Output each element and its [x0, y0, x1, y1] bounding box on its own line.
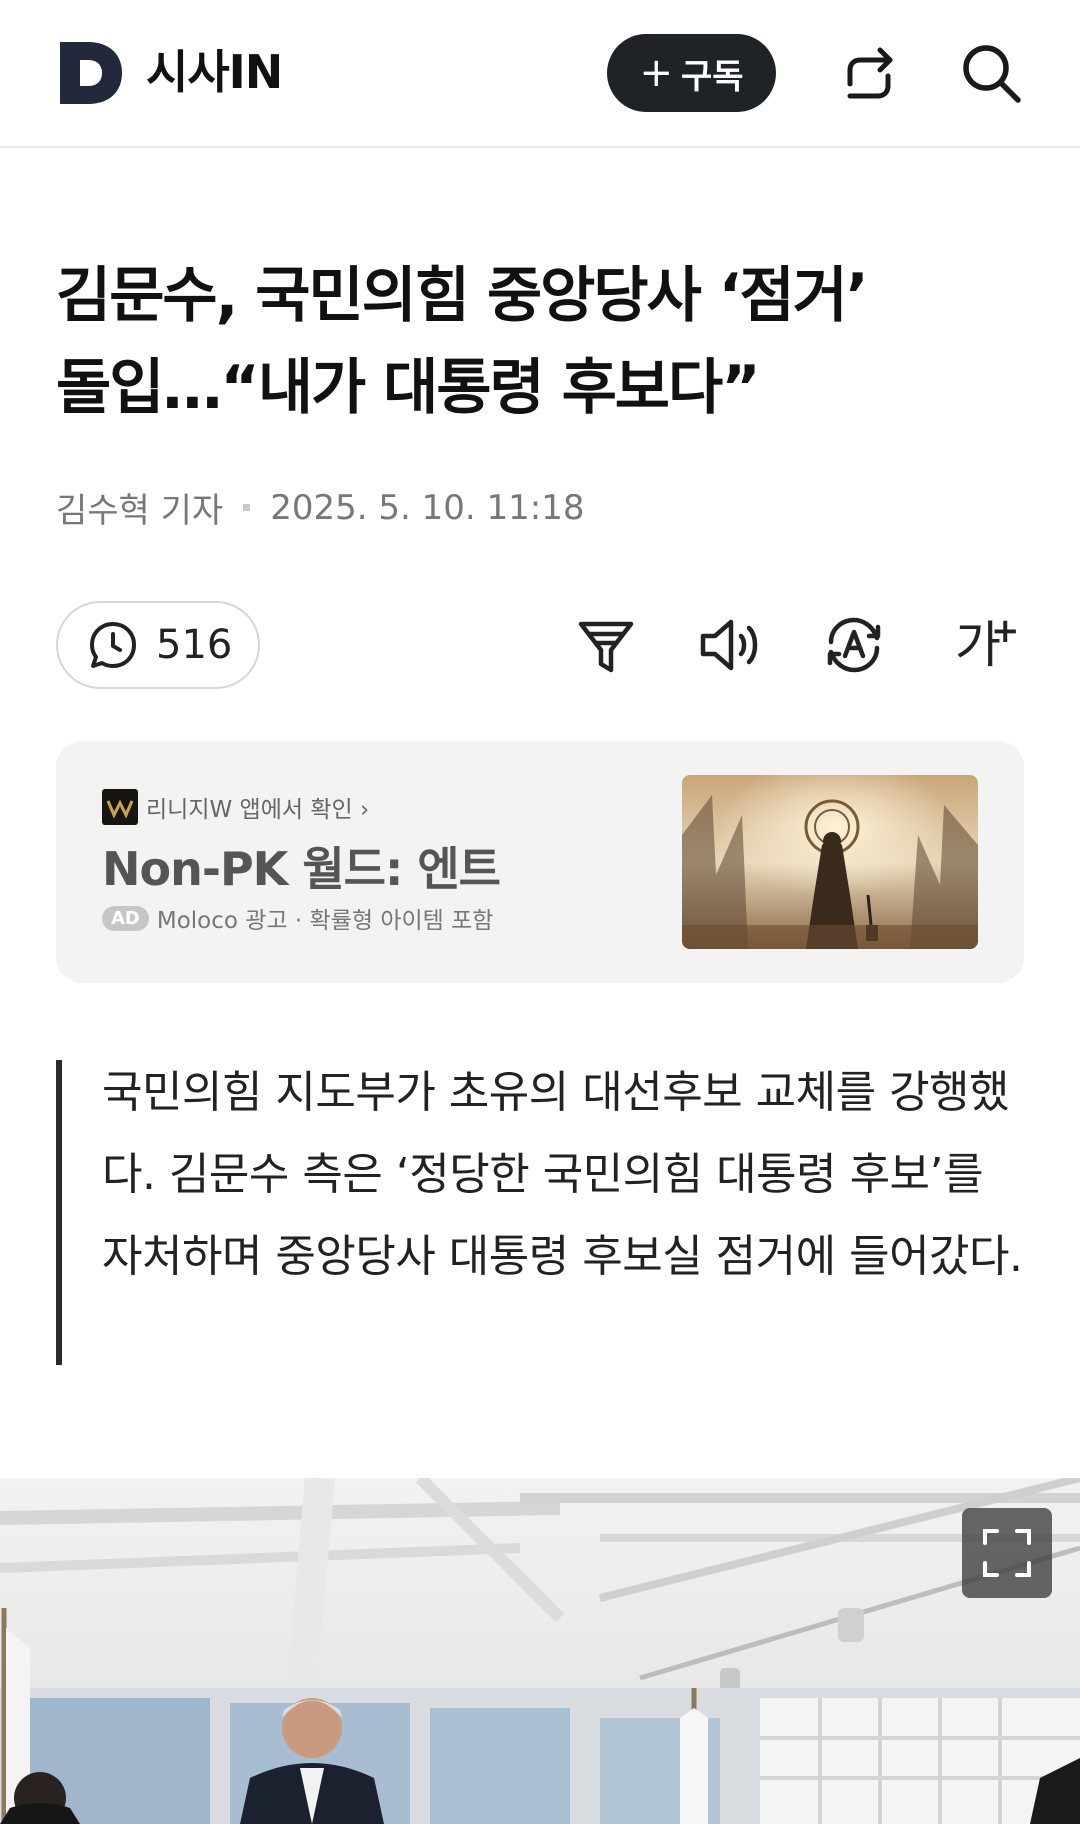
comment-icon — [90, 622, 136, 668]
ad-card[interactable]: 리니지W 앱에서 확인 › Non-PK 월드: 엔트 AD Moloco 광고… — [56, 741, 1024, 983]
separator-dot — [243, 504, 251, 511]
ad-image[interactable] — [682, 775, 978, 949]
search-icon[interactable] — [958, 40, 1024, 106]
plus-icon: + — [639, 50, 673, 96]
share-icon[interactable] — [836, 40, 902, 106]
subscribe-label: 구독 — [680, 56, 744, 97]
expand-image-button[interactable] — [962, 1508, 1052, 1598]
subscribe-button[interactable]: + 구독 — [607, 34, 776, 112]
ad-source-row: 리니지W 앱에서 확인 › — [102, 789, 369, 825]
ad-title[interactable]: Non-PK 월드: 엔트 — [102, 833, 501, 899]
top-app-bar: 시사IN + 구독 — [0, 0, 1080, 148]
summary-quote-bar — [56, 1060, 62, 1365]
byline: 김수혁 기자 2025. 5. 10. 11:18 — [56, 483, 584, 532]
article-title-line1: 김문수, 국민의힘 중앙당사 ‘점거’ — [56, 261, 869, 331]
font-size-icon[interactable]: 가 + — [945, 611, 1020, 678]
ad-badge: AD — [102, 905, 149, 931]
lineage-logo-icon — [102, 789, 138, 825]
publish-date: 2025. 5. 10. 11:18 — [270, 487, 585, 528]
article-summary: 국민의힘 지도부가 초유의 대선후보 교체를 강행했다. 김문수 측은 ‘정당한… — [102, 1067, 1023, 1282]
ad-meta-row: AD Moloco 광고 · 확률형 아이템 포함 — [102, 901, 493, 935]
sisain-logo-icon[interactable] — [58, 40, 124, 106]
ad-meta: Moloco 광고 · 확률형 아이템 포함 — [156, 908, 494, 934]
comment-count: 516 — [156, 622, 233, 668]
article-title-line2: 돌입…“내가 대통령 후보다” — [56, 353, 761, 423]
comment-button[interactable]: 516 — [56, 601, 260, 689]
article-photo[interactable] — [0, 1478, 1080, 1824]
article-title: 김문수, 국민의힘 중앙당사 ‘점거’ 돌입…“내가 대통령 후보다” — [56, 250, 1026, 434]
font-plus-icon: + — [991, 611, 1020, 651]
fullscreen-icon — [983, 1529, 1031, 1577]
ad-source[interactable]: 리니지W 앱에서 확인 › — [146, 790, 369, 824]
author-name[interactable]: 김수혁 기자 — [56, 483, 223, 532]
translate-icon[interactable] — [821, 612, 887, 678]
speaker-icon[interactable] — [697, 612, 763, 678]
filter-icon[interactable] — [573, 612, 639, 678]
brand-name[interactable]: 시사IN — [146, 44, 283, 100]
